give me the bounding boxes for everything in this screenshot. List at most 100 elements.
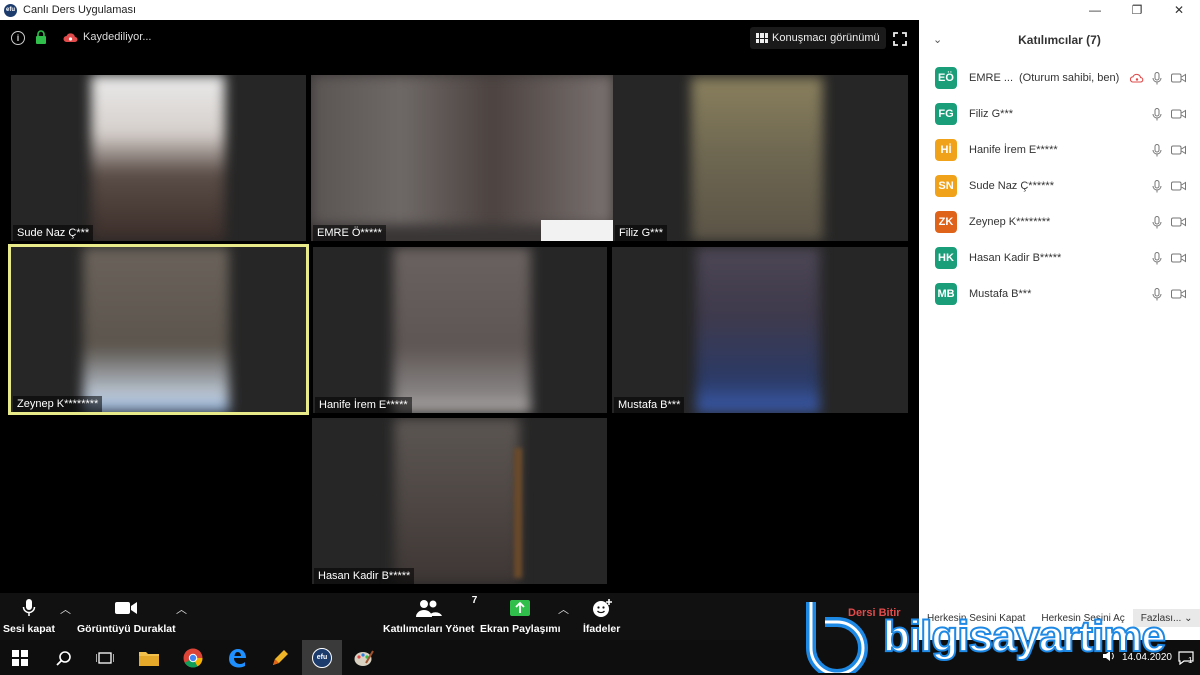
window-title-bar: efu Canlı Ders Uygulaması — ❐ ✕ [0,0,1200,20]
video-camera-icon[interactable] [1171,145,1186,155]
close-button[interactable]: ✕ [1158,0,1200,20]
participant-name-label: EMRE Ö***** [313,225,386,241]
mute-button[interactable]: Sesi kapat [3,597,55,635]
more-button[interactable]: Fazlası... ⌄ [1132,609,1200,627]
reactions-button[interactable]: İfadeler [583,597,620,635]
video-tile-active-speaker[interactable]: Zeynep K******** [8,244,309,415]
app-logo-icon: efu [4,3,17,17]
video-tile[interactable]: Mustafa B*** [612,247,908,413]
video-tile[interactable]: EMRE Ö***** [311,75,613,241]
file-explorer-icon[interactable] [137,646,161,670]
participant-row[interactable]: HK Hasan Kadir B***** [919,240,1200,276]
pencil-app-icon[interactable] [268,646,292,670]
participant-name: Hanife İrem E***** [969,144,1058,156]
video-tile[interactable]: Hanife İrem E***** [313,247,607,413]
video-camera-icon[interactable] [1171,289,1186,299]
video-camera-icon[interactable] [1171,181,1186,191]
participant-row[interactable]: SN Sude Naz Ç****** [919,168,1200,204]
edge-icon[interactable] [225,646,249,670]
mute-all-button[interactable]: Herkesin Sesini Kapat [919,609,1033,627]
avatar: HK [935,247,957,269]
participant-row[interactable]: FG Filiz G*** [919,96,1200,132]
cloud-recording-icon [1130,73,1144,83]
video-camera-icon[interactable] [1171,217,1186,227]
participant-name-label: Sude Naz Ç*** [13,225,94,241]
share-screen-icon [509,597,531,619]
share-screen-button[interactable]: Ekran Paylaşımı [480,597,561,635]
video-camera-icon[interactable] [1171,109,1186,119]
avatar: Hİ [935,139,957,161]
participant-video [394,418,520,584]
background-wall [541,220,613,241]
smiley-icon [591,597,613,619]
chrome-icon[interactable] [181,646,205,670]
fullscreen-icon[interactable] [893,32,907,46]
avatar: EÖ [935,67,957,89]
meeting-toolbar: Sesi kapat ︿ Görüntüyü Duraklat ︿ 7 Katı… [0,593,919,640]
windows-start-icon[interactable] [8,646,32,670]
participant-video [83,247,229,412]
participant-row[interactable]: ZK Zeynep K******** [919,204,1200,240]
participant-row[interactable]: Hİ Hanife İrem E***** [919,132,1200,168]
paint-app-icon[interactable] [352,646,376,670]
video-camera-icon[interactable] [1171,253,1186,263]
participant-row[interactable]: EÖ EMRE ... (Oturum sahibi, ben) [919,60,1200,96]
avatar: MB [935,283,957,305]
grid-view-icon [756,33,768,43]
participants-panel-title: Katılımcılar (7) [1018,33,1101,47]
task-view-icon[interactable] [93,646,117,670]
speaker-view-label: Konuşmacı görünümü [772,32,880,44]
minimize-button[interactable]: — [1074,0,1116,20]
microphone-icon[interactable] [1152,215,1162,229]
meeting-video-area: i Kaydediliyor... Konuşmacı görünümü Sud… [0,20,919,593]
volume-icon[interactable] [1102,650,1116,665]
audio-options-chevron-icon[interactable]: ︿ [60,601,71,617]
video-options-chevron-icon[interactable]: ︿ [176,601,187,617]
taskbar-clock[interactable]: 14.04.2020 [1122,652,1172,664]
participant-row[interactable]: MB Mustafa B*** [919,276,1200,312]
window-title: Canlı Ders Uygulaması [23,4,137,16]
taskbar-date: 14.04.2020 [1121,651,1172,663]
video-tile[interactable]: Hasan Kadir B***** [312,418,607,584]
video-camera-icon[interactable] [1171,73,1186,83]
participants-icon: 7 [415,595,477,619]
microphone-icon[interactable] [1152,107,1162,121]
participant-name: Hasan Kadir B***** [969,252,1062,264]
notification-icon[interactable]: 1 [1178,650,1194,665]
info-icon[interactable]: i [11,31,25,45]
participant-count: 7 [471,595,478,606]
window-controls: — ❐ ✕ [1074,0,1200,20]
microphone-icon[interactable] [1152,287,1162,301]
collapse-chevron-icon[interactable]: ⌄ [933,33,942,46]
video-camera-icon [114,597,138,619]
participant-video [311,75,613,225]
share-options-chevron-icon[interactable]: ︿ [558,601,569,617]
background-object [514,448,522,578]
unmute-all-button[interactable]: Herkesin Sesini Aç [1033,609,1132,627]
lock-icon[interactable] [35,30,47,44]
participant-video [691,77,823,241]
search-icon[interactable] [52,646,76,670]
microphone-icon[interactable] [1152,251,1162,265]
video-tile[interactable]: Filiz G*** [613,75,908,241]
video-tile[interactable]: Sude Naz Ç*** [11,75,306,241]
stop-video-button[interactable]: Görüntüyü Duraklat [77,597,176,635]
manage-participants-button[interactable]: 7 Katılımcıları Yönet [383,595,477,635]
windows-taskbar: efu 14.04.2020 1 [0,640,1200,675]
participant-name-label: Hasan Kadir B***** [314,568,415,584]
participant-name: Mustafa B*** [969,288,1032,300]
end-class-button[interactable]: Dersi Bitir [848,607,901,619]
participant-name-label: Zeynep K******** [13,396,103,412]
microphone-icon[interactable] [1152,71,1162,85]
live-class-app-icon[interactable]: efu [302,640,342,675]
chevron-down-icon: ⌄ [1184,612,1193,624]
participant-video [696,247,820,413]
recording-status: Kaydediliyor... [83,31,152,43]
meeting-top-bar: i Kaydediliyor... Konuşmacı görünümü [0,20,919,56]
speaker-view-button[interactable]: Konuşmacı görünümü [750,27,886,49]
restore-button[interactable]: ❐ [1116,0,1158,20]
participant-name: Sude Naz Ç****** [969,180,1054,192]
cloud-recording-icon [63,33,78,42]
microphone-icon[interactable] [1152,143,1162,157]
microphone-icon[interactable] [1152,179,1162,193]
